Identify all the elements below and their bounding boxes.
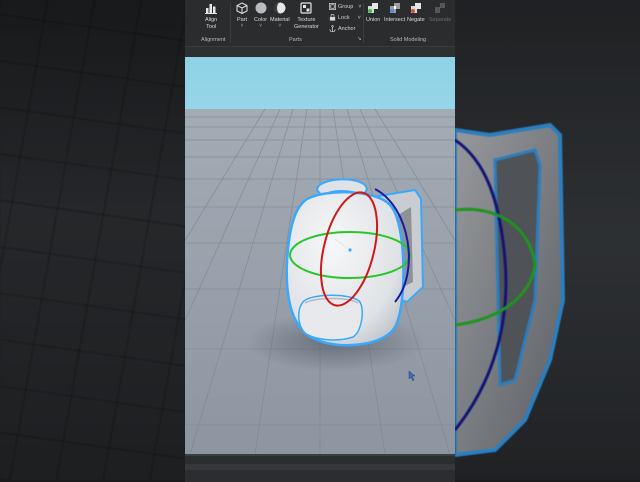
- intersect-button[interactable]: Intersect: [384, 2, 405, 24]
- group-menu-label: Group: [338, 3, 354, 10]
- negate-label: Negate: [407, 17, 425, 23]
- anchor-icon: [329, 25, 336, 32]
- color-caret[interactable]: ˅: [259, 23, 262, 29]
- union-icon: [368, 3, 379, 13]
- group-menu-button[interactable]: Group ˅: [329, 3, 362, 10]
- ribbon-separator: [185, 46, 455, 57]
- alignment-group-label: Alignment: [201, 37, 226, 43]
- part-caret[interactable]: ˅: [241, 23, 244, 29]
- viewport-scene: [185, 108, 455, 454]
- lock-icon: [329, 14, 336, 21]
- separate-button[interactable]: Separate: [429, 2, 451, 24]
- union-button[interactable]: Union: [366, 2, 380, 24]
- union-label: Union: [366, 17, 381, 23]
- intersect-icon: [389, 3, 400, 13]
- texture-generator-button[interactable]: Texture Generator: [294, 2, 319, 30]
- lock-menu-label: Lock: [338, 14, 350, 21]
- anchor-label: Anchor: [338, 25, 356, 32]
- lock-menu-caret: ˅: [357, 14, 361, 21]
- align-tool-icon: [205, 4, 218, 14]
- material-sphere-icon: [274, 2, 286, 14]
- ribbon-divider: [363, 3, 364, 43]
- studio-window: Align Tool Alignment Part ˅ Color ˅ Mate…: [185, 0, 455, 482]
- intersect-label: Intersect: [384, 17, 406, 23]
- bottom-panel: [185, 454, 455, 482]
- align-tool-label: Align Tool: [205, 17, 218, 30]
- group-icon: [329, 3, 336, 10]
- separate-icon: [435, 3, 446, 13]
- solid-modeling-group-label: Solid Modeling: [390, 37, 427, 43]
- cube-icon: [236, 2, 248, 14]
- lock-menu-button[interactable]: Lock ˅: [329, 14, 361, 21]
- gizmo-center: [348, 248, 352, 252]
- left-blurred-backdrop: [0, 0, 185, 480]
- negate-button[interactable]: Negate: [407, 2, 425, 24]
- bottom-scrollbar[interactable]: [185, 464, 455, 470]
- parts-expand-icon[interactable]: ↘: [357, 36, 362, 42]
- toolbar-ribbon: Align Tool Alignment Part ˅ Color ˅ Mate…: [185, 0, 455, 46]
- color-button[interactable]: Color ˅: [254, 2, 267, 29]
- texture-generator-label: Texture Generator: [294, 17, 319, 30]
- ribbon-divider: [230, 3, 231, 43]
- align-tool-button[interactable]: Align Tool: [205, 2, 217, 30]
- right-blurred-zoom: [455, 0, 640, 480]
- material-caret[interactable]: ˅: [278, 23, 281, 29]
- anchor-button[interactable]: Anchor: [329, 25, 355, 32]
- group-menu-caret: ˅: [358, 3, 362, 10]
- part-button[interactable]: Part ˅: [236, 2, 248, 29]
- parts-group-label: Parts: [289, 37, 302, 43]
- negate-icon: [410, 3, 421, 13]
- 3d-viewport[interactable]: [185, 57, 455, 454]
- separate-label: Separate: [429, 17, 452, 23]
- material-button[interactable]: Material ˅: [270, 2, 290, 29]
- zoomed-backpack-illustration: [455, 122, 566, 458]
- texture-generator-icon: [300, 2, 312, 14]
- color-circle-icon: [255, 2, 267, 14]
